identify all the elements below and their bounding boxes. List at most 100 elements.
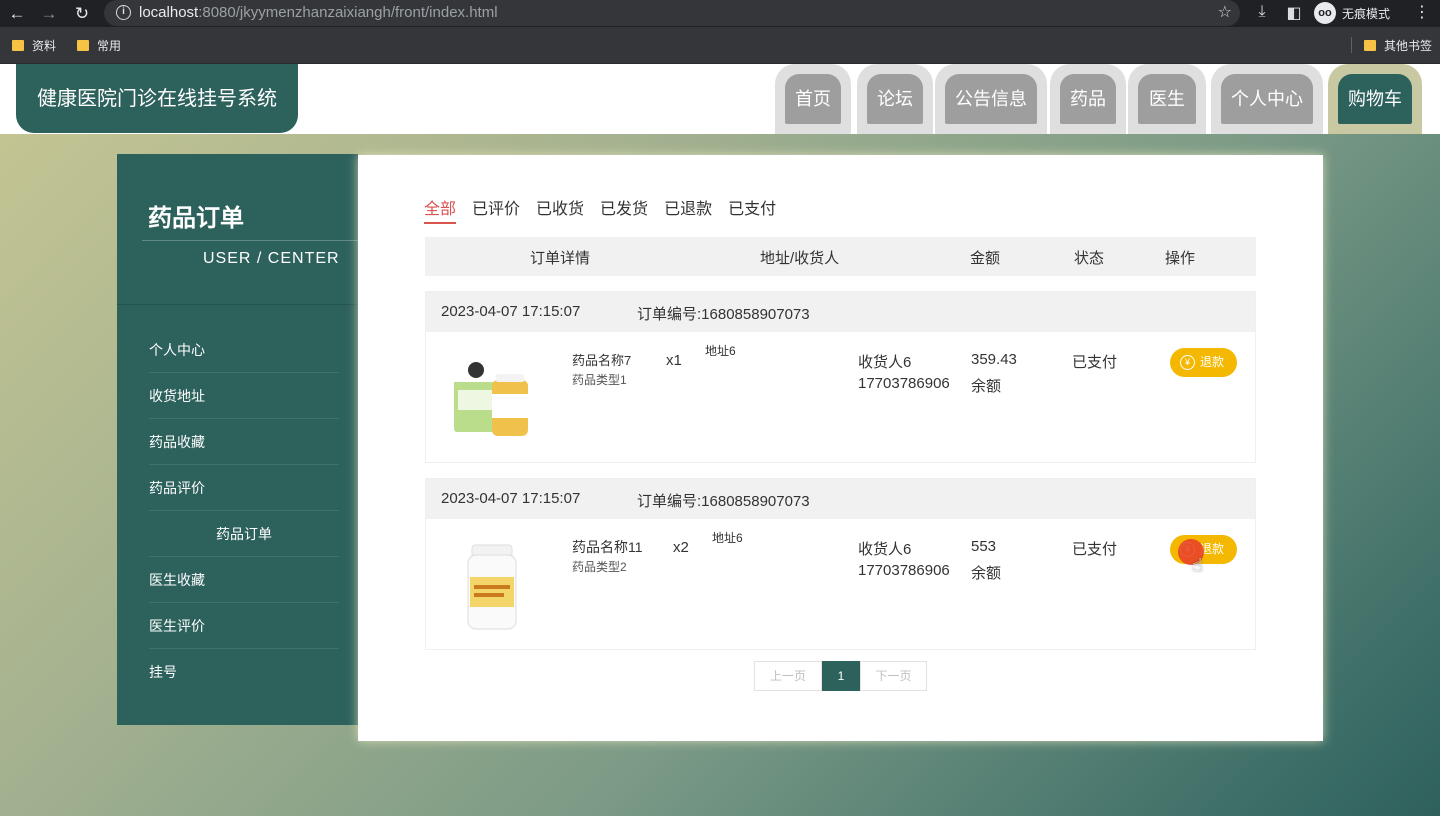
address-bar[interactable]: i localhost:8080/jkyymenzhanzaixiangh/fr… — [104, 0, 1240, 26]
prev-page-button[interactable]: 上一页 — [754, 661, 822, 691]
refund-button[interactable]: ¥ 退款 — [1170, 348, 1237, 377]
reload-icon[interactable]: ↻ — [71, 3, 93, 25]
nav-cart[interactable]: 购物车 — [1328, 64, 1422, 134]
download-icon[interactable]: ⤓ — [1252, 3, 1272, 21]
sidebar-item-registration[interactable]: 挂号 — [149, 649, 339, 695]
bookmark-label: 常用 — [97, 39, 122, 53]
sidebar-item-doctor-favorites[interactable]: 医生收藏 — [149, 557, 339, 603]
table-header: 订单详情 地址/收货人 金额 状态 操作 — [425, 237, 1256, 276]
sidebar-item-medicine-orders[interactable]: 药品订单 — [149, 511, 339, 557]
nav-forum[interactable]: 论坛 — [857, 64, 933, 134]
nav-label: 论坛 — [867, 74, 923, 124]
site-title: 健康医院门诊在线挂号系统 — [16, 64, 298, 133]
order-amount: 359.43 — [971, 351, 1017, 368]
forward-icon[interactable]: → — [38, 3, 60, 25]
nav-label: 公告信息 — [945, 74, 1037, 124]
yen-icon: ¥ — [1180, 355, 1195, 370]
nav-label: 个人中心 — [1221, 74, 1313, 124]
order-pay-method: 余额 — [971, 378, 1002, 395]
header-detail: 订单详情 — [530, 250, 591, 267]
divider — [142, 240, 358, 241]
order-status: 已支付 — [1072, 354, 1118, 371]
other-bookmarks[interactable]: 其他书签 — [1364, 37, 1432, 54]
back-icon[interactable]: ← — [6, 3, 28, 25]
browser-toolbar: ← → ↻ i localhost:8080/jkyymenzhanzaixia… — [0, 0, 1440, 27]
sidebar-item-address[interactable]: 收货地址 — [149, 373, 339, 419]
incognito-indicator[interactable]: oo 无痕模式 — [1314, 2, 1390, 24]
bookmark-folder-changyong[interactable]: 常用 — [77, 37, 121, 54]
order-address: 地址6 — [705, 344, 736, 358]
sidebar-item-user-center[interactable]: 个人中心 — [149, 327, 339, 373]
folder-icon — [77, 40, 89, 51]
tab-paid[interactable]: 已支付 — [728, 195, 776, 224]
page-1-button[interactable]: 1 — [822, 661, 860, 691]
tab-all[interactable]: 全部 — [424, 195, 457, 224]
tab-reviewed[interactable]: 已评价 — [472, 195, 520, 224]
pagination: 上一页 1 下一页 — [754, 661, 927, 691]
order-card: 2023-04-07 17:15:07 订单编号:1680858907073 药… — [425, 478, 1256, 650]
order-card: 2023-04-07 17:15:07 订单编号:1680858907073 药… — [425, 291, 1256, 463]
order-receiver: 收货人6 — [858, 541, 912, 558]
url-text[interactable]: localhost:8080/jkyymenzhanzaixiangh/fron… — [139, 4, 498, 21]
folder-icon — [12, 40, 24, 51]
bookmark-folder-ziliao[interactable]: 资料 — [12, 37, 56, 54]
sidebar-item-medicine-reviews[interactable]: 药品评价 — [149, 465, 339, 511]
nav-user-center[interactable]: 个人中心 — [1211, 64, 1323, 134]
header-action: 操作 — [1165, 250, 1196, 267]
order-phone: 17703786906 — [858, 562, 950, 579]
sidebar-item-doctor-reviews[interactable]: 医生评价 — [149, 603, 339, 649]
order-amount: 553 — [971, 538, 997, 555]
incognito-icon: oo — [1314, 2, 1336, 24]
bookmark-star-icon[interactable]: ☆ — [1218, 2, 1232, 22]
tab-received[interactable]: 已收货 — [536, 195, 584, 224]
incognito-label: 无痕模式 — [1342, 6, 1391, 21]
sidebar-subtitle: USER / CENTER — [203, 250, 340, 267]
product-name: 药品名称7 — [572, 353, 632, 368]
bookmark-label: 资料 — [32, 39, 57, 53]
product-type: 药品类型1 — [572, 373, 627, 387]
refund-button[interactable]: ¥ 退款 ☝ — [1170, 535, 1237, 575]
browser-menu-icon[interactable]: ⋮ — [1414, 2, 1430, 22]
product-qty: x1 — [666, 352, 682, 369]
nav-label: 购物车 — [1338, 74, 1412, 124]
order-header: 2023-04-07 17:15:07 订单编号:1680858907073 — [426, 292, 1255, 332]
nav-home[interactable]: 首页 — [775, 64, 851, 134]
product-name: 药品名称11 — [572, 539, 643, 555]
header-amount: 金额 — [970, 250, 1001, 267]
sidebar-title: 药品订单 — [148, 205, 244, 232]
sidebar: 药品订单 USER / CENTER 个人中心 收货地址 药品收藏 药品评价 药… — [117, 154, 358, 725]
nav-label: 首页 — [785, 74, 841, 124]
bookmarks-separator — [1351, 37, 1352, 53]
order-status-tabs: 全部 已评价 已收货 已发货 已退款 已支付 — [424, 195, 776, 224]
nav-announcements[interactable]: 公告信息 — [935, 64, 1047, 134]
url-path: :8080/jkyymenzhanzaixiangh/front/index.h… — [198, 4, 498, 21]
tab-refunded[interactable]: 已退款 — [664, 195, 712, 224]
other-bookmarks-label: 其他书签 — [1384, 39, 1433, 53]
order-number: 订单编号:1680858907073 — [637, 306, 810, 323]
url-host: localhost — [139, 4, 199, 21]
site-header: 健康医院门诊在线挂号系统 首页 论坛 公告信息 药品 医生 个人中心 购物车 — [0, 64, 1440, 134]
folder-icon — [1364, 40, 1376, 51]
header-status: 状态 — [1074, 250, 1105, 267]
sidebar-item-medicine-favorites[interactable]: 药品收藏 — [149, 419, 339, 465]
order-number: 订单编号:1680858907073 — [637, 493, 810, 510]
tab-shipped[interactable]: 已发货 — [600, 195, 648, 224]
bookmarks-bar: 资料 常用 其他书签 — [0, 27, 1440, 64]
order-phone: 17703786906 — [858, 375, 950, 392]
nav-doctor[interactable]: 医生 — [1128, 64, 1206, 134]
order-time: 2023-04-07 17:15:07 — [441, 490, 581, 507]
product-image[interactable] — [448, 354, 538, 444]
nav-label: 药品 — [1060, 74, 1116, 124]
order-status: 已支付 — [1072, 541, 1118, 558]
nav-medicine[interactable]: 药品 — [1050, 64, 1126, 134]
side-panel-icon[interactable]: ◧ — [1284, 3, 1304, 23]
product-image[interactable] — [448, 541, 538, 631]
nav-label: 医生 — [1138, 74, 1196, 124]
site-info-icon[interactable]: i — [116, 5, 131, 20]
order-pay-method: 余额 — [971, 565, 1002, 582]
next-page-button[interactable]: 下一页 — [860, 661, 927, 691]
order-header: 2023-04-07 17:15:07 订单编号:1680858907073 — [426, 479, 1255, 519]
refund-label: 退款 — [1200, 355, 1225, 369]
header-address: 地址/收货人 — [760, 250, 840, 267]
divider — [117, 304, 358, 305]
